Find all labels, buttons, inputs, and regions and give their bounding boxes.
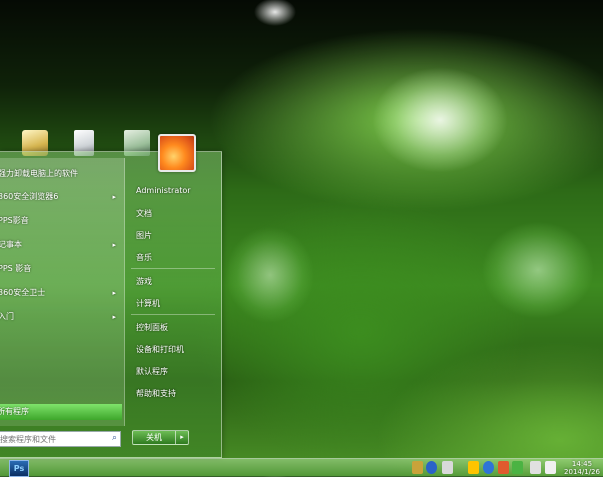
program-item[interactable]: PPS 影音: [0, 261, 122, 277]
clock-time: 14:45: [571, 460, 593, 468]
tray-icon-1[interactable]: [412, 461, 423, 474]
program-label: PPS影音: [0, 216, 29, 225]
photoshop-taskbar-button[interactable]: Ps: [9, 460, 29, 477]
games-link[interactable]: 游戏: [136, 276, 152, 287]
help-icon[interactable]: [426, 461, 437, 474]
submenu-arrow-icon: ▸: [112, 241, 116, 249]
search-input[interactable]: [0, 432, 100, 446]
documents-link[interactable]: 文档: [136, 208, 152, 219]
program-item[interactable]: 入门 ▸: [0, 309, 122, 325]
volume-icon[interactable]: [545, 461, 556, 474]
all-programs-label: 所有程序: [0, 407, 29, 416]
all-programs-button[interactable]: 所有程序: [0, 404, 122, 420]
program-item[interactable]: 记事本 ▸: [0, 237, 122, 253]
pictures-link[interactable]: 图片: [136, 230, 152, 241]
tray-icon-5[interactable]: [483, 461, 494, 474]
program-item[interactable]: 360安全卫士 ▸: [0, 285, 122, 301]
devices-printers-link[interactable]: 设备和打印机: [136, 344, 184, 355]
submenu-arrow-icon: ▸: [112, 193, 116, 201]
divider: [131, 314, 215, 315]
user-name-link[interactable]: Administrator: [136, 186, 191, 195]
start-search-box[interactable]: ⌕: [0, 431, 121, 447]
program-label: 360安全浏览器6: [0, 192, 59, 201]
program-label: PPS 影音: [0, 264, 32, 273]
program-item[interactable]: 强力卸载电脑上的软件: [0, 166, 122, 182]
taskbar-clock[interactable]: 14:45 2014/1/26: [562, 460, 602, 476]
program-label: 强力卸载电脑上的软件: [0, 169, 78, 178]
program-label: 入门: [0, 312, 14, 321]
program-item[interactable]: PPS影音: [0, 213, 122, 229]
submenu-arrow-icon: ▸: [112, 289, 116, 297]
network-icon[interactable]: [530, 461, 541, 474]
shutdown-options-button[interactable]: ▸: [175, 430, 189, 445]
start-menu-programs-pane: 强力卸载电脑上的软件 360安全浏览器6 ▸ PPS影音 记事本 ▸ PPS 影…: [0, 158, 125, 426]
tray-icon-7[interactable]: [512, 461, 523, 474]
control-panel-link[interactable]: 控制面板: [136, 322, 168, 333]
program-item[interactable]: 360安全浏览器6 ▸: [0, 189, 122, 205]
tray-icon-4[interactable]: [468, 461, 479, 474]
program-label: 360安全卫士: [0, 288, 46, 297]
tray-icon-3[interactable]: [442, 461, 453, 474]
computer-link[interactable]: 计算机: [136, 298, 160, 309]
taskbar: Ps 14:45 2014/1/26: [0, 458, 603, 477]
default-programs-link[interactable]: 默认程序: [136, 366, 168, 377]
program-label: 记事本: [0, 240, 22, 249]
divider: [131, 268, 215, 269]
user-avatar[interactable]: [158, 134, 196, 172]
clock-date: 2014/1/26: [564, 468, 600, 476]
tray-icon-6[interactable]: [498, 461, 509, 474]
music-link[interactable]: 音乐: [136, 252, 152, 263]
shutdown-button[interactable]: 关机: [132, 430, 176, 445]
help-support-link[interactable]: 帮助和支持: [136, 388, 176, 399]
search-icon[interactable]: ⌕: [112, 433, 117, 443]
submenu-arrow-icon: ▸: [112, 313, 116, 321]
